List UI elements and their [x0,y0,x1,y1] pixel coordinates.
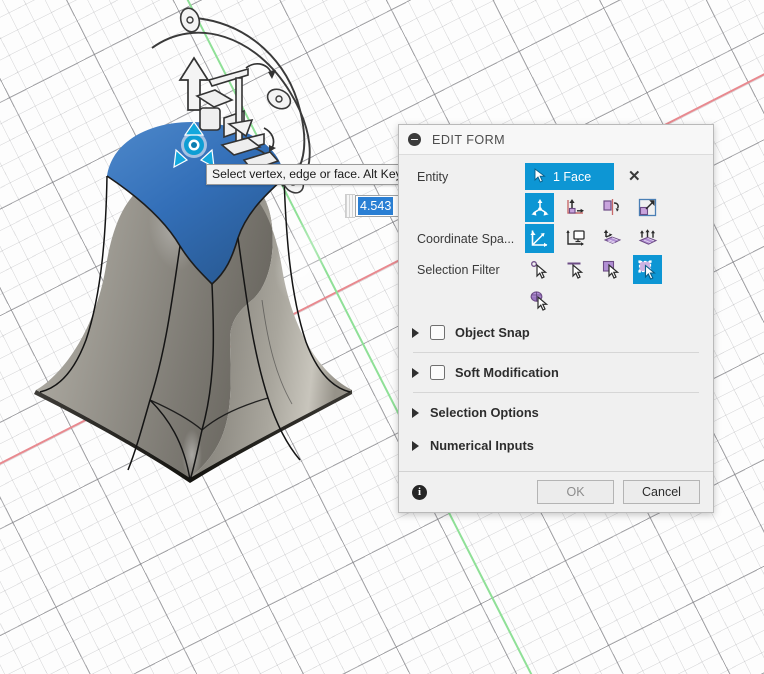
info-icon[interactable]: i [412,484,427,500]
section-soft-modification[interactable]: Soft Modification [399,356,713,389]
chevron-right-icon[interactable] [412,407,419,418]
minus-circle-icon[interactable] [408,133,421,146]
section-selection-options[interactable]: Selection Options [399,396,713,429]
transform-mode-translate-icon[interactable] [561,193,590,222]
form-row-selection-filter-2 [399,285,713,316]
dialog-body: Entity 1 Face ✕ Coordinate Spa... Select… [399,155,713,462]
selection-filter-edge-icon[interactable] [561,255,590,284]
entity-selection-text: 1 Face [553,169,592,184]
soft-modification-checkbox[interactable] [430,365,445,380]
entity-selection-chip[interactable]: 1 Face [525,163,614,190]
dialog-footer: i OK Cancel [399,471,713,512]
close-x-icon[interactable]: ✕ [628,169,641,184]
section-label-soft-modification: Soft Modification [455,365,559,380]
divider-1 [413,352,699,353]
coordinate-space-normal-icon[interactable] [633,224,662,253]
section-object-snap[interactable]: Object Snap [399,316,713,349]
object-snap-checkbox[interactable] [430,325,445,340]
dialog-titlebar[interactable]: EDIT FORM [399,125,713,155]
section-label-numerical-inputs: Numerical Inputs [430,438,534,453]
form-row-selection-filter: Selection Filter [399,254,713,285]
transform-mode-rotate-icon[interactable] [597,193,626,222]
ok-button[interactable]: OK [537,480,614,504]
coordinate-space-view-icon[interactable] [561,224,590,253]
section-numerical-inputs[interactable]: Numerical Inputs [399,429,713,462]
chevron-right-icon[interactable] [412,367,419,378]
selection-filter-body-icon[interactable] [525,286,554,315]
section-label-object-snap: Object Snap [455,325,530,340]
label-entity: Entity [417,169,449,184]
label-selection-filter: Selection Filter [417,262,500,277]
manipulator-drag-grip[interactable] [345,194,355,218]
app-window: 4.543 e Se [0,0,764,674]
cancel-button[interactable]: Cancel [623,480,700,504]
transform-mode-scale-icon[interactable] [633,193,662,222]
selection-filter-face-icon[interactable] [597,255,626,284]
dialog-title: EDIT FORM [432,132,506,147]
coordinate-space-local-icon[interactable] [597,224,626,253]
section-label-selection-options: Selection Options [430,405,539,420]
selection-filter-vertex-icon[interactable] [525,255,554,284]
selection-filter-multi-icon[interactable] [633,255,662,284]
chevron-right-icon[interactable] [412,327,419,338]
edit-form-dialog[interactable]: EDIT FORM Entity 1 Face ✕ Coordinate Spa… [398,124,714,513]
cursor-arrow-icon [534,167,547,186]
coordinate-space-world-icon[interactable] [525,224,554,253]
chevron-right-icon[interactable] [412,440,419,451]
transform-mode-all-icon[interactable] [525,193,554,222]
form-row-transform-mode [399,192,713,223]
form-row-coordinate-space: Coordinate Spa... [399,223,713,254]
label-coordinate-space: Coordinate Spa... [417,231,515,246]
divider-2 [413,392,699,393]
form-row-entity: Entity 1 Face ✕ [399,161,713,192]
